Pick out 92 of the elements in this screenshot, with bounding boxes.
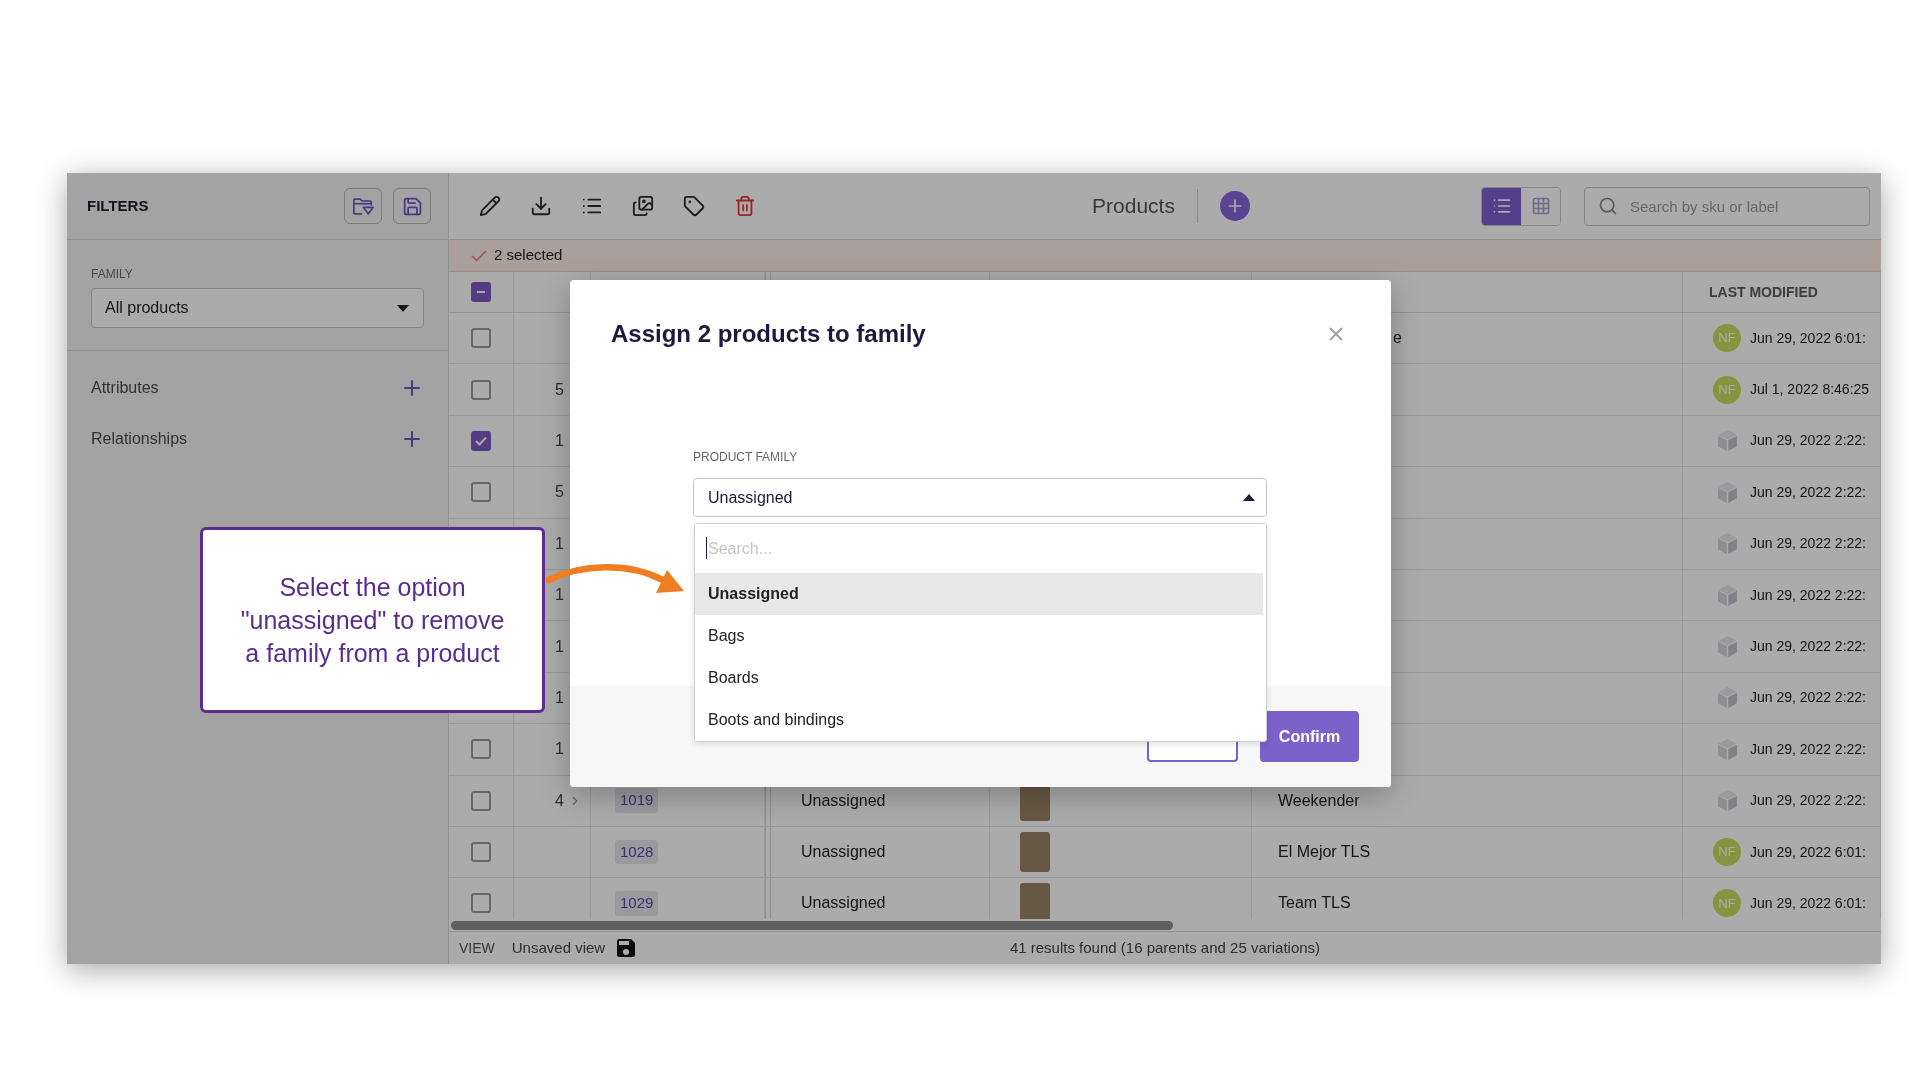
variation-count: 1 <box>555 533 564 554</box>
cube-icon <box>1717 481 1737 503</box>
family-select[interactable]: All products <box>91 288 424 328</box>
save-button[interactable] <box>393 188 431 224</box>
cube-icon <box>1717 584 1737 606</box>
family-text: Unassigned <box>801 893 886 914</box>
folder-filter-icon <box>352 196 374 216</box>
download-icon[interactable] <box>530 195 552 217</box>
save-icon[interactable] <box>617 939 636 957</box>
checkbox[interactable] <box>471 430 491 451</box>
user-avatar: NF <box>1713 889 1741 918</box>
modified-date: Jun 29, 2022 6:01: <box>1750 894 1866 913</box>
modified-date: Jul 1, 2022 8:46:25 <box>1750 380 1870 400</box>
modified-date: Jun 29, 2022 2:22: <box>1750 637 1866 657</box>
checkbox[interactable] <box>471 842 491 863</box>
filter-section-label: Attributes <box>91 377 159 398</box>
cube-icon <box>1717 636 1737 658</box>
check-icon <box>475 435 487 446</box>
modal-title: Assign 2 products to family <box>611 319 926 349</box>
variation-count: 5 <box>555 482 564 503</box>
cube-icon <box>1717 738 1737 760</box>
product-name: Weekender <box>1278 790 1360 811</box>
modified-date: Jun 29, 2022 2:22: <box>1750 431 1866 451</box>
check-icon <box>471 249 487 262</box>
checkbox[interactable] <box>471 893 491 914</box>
checkbox[interactable] <box>471 282 491 302</box>
view-label: VIEW <box>459 938 495 958</box>
cube-icon <box>1717 687 1737 709</box>
list-view-icon <box>1491 196 1512 216</box>
modified-date: Jun 29, 2022 2:22: <box>1750 585 1866 605</box>
variation-count: 4 <box>555 790 564 811</box>
modified-date: Jun 29, 2022 2:22: <box>1750 534 1866 554</box>
checkbox[interactable] <box>471 482 491 503</box>
save-icon <box>401 195 423 217</box>
checkbox[interactable] <box>471 739 491 760</box>
grid-view-icon <box>1530 196 1551 216</box>
user-avatar: NF <box>1713 375 1741 404</box>
dropdown-option[interactable]: Boots and bindings <box>695 699 1263 741</box>
images-icon[interactable] <box>632 195 654 217</box>
trash-icon[interactable] <box>734 195 756 217</box>
modified-date: Jun 29, 2022 6:01: <box>1750 328 1866 348</box>
variation-count: 1 <box>555 739 564 760</box>
text-cursor-icon <box>706 537 707 559</box>
dash-icon <box>477 291 485 293</box>
sidebar-title: FILTERS <box>87 195 149 216</box>
variation-count: 1 <box>555 430 564 451</box>
family-text: Unassigned <box>801 790 886 811</box>
add-button[interactable] <box>1219 191 1250 221</box>
cube-icon <box>1717 430 1737 452</box>
variation-count: 1 <box>555 687 564 708</box>
column-header[interactable]: LAST MODIFIED <box>1709 281 1818 303</box>
product-id[interactable]: 1029 <box>615 891 659 916</box>
selection-count: 2 selected <box>494 245 563 266</box>
variation-count: 1 <box>555 636 564 657</box>
view-toggle[interactable] <box>1482 187 1521 225</box>
user-avatar: NF <box>1713 838 1741 867</box>
product-name: e <box>1393 328 1402 349</box>
modified-date: Jun 29, 2022 6:01: <box>1750 842 1866 862</box>
callout-text: Select the option "unassigned" to remove a family from a product <box>239 571 506 669</box>
family-text: Unassigned <box>801 842 886 863</box>
confirm-button[interactable]: Confirm <box>1260 711 1359 762</box>
view-name: Unsaved view <box>511 937 606 958</box>
checkbox[interactable] <box>471 790 491 811</box>
modified-date: Jun 29, 2022 2:22: <box>1750 791 1866 811</box>
product-id[interactable]: 1019 <box>615 788 659 813</box>
search-field[interactable]: Search by sku or label <box>1584 186 1870 226</box>
scrollbar-thumb[interactable] <box>451 920 1173 930</box>
field-label: FAMILY <box>91 267 134 281</box>
modified-date: Jun 29, 2022 2:22: <box>1750 482 1866 502</box>
product-name: Team TLS <box>1278 893 1351 914</box>
page-title: Products <box>1092 193 1175 220</box>
folder-filter-button[interactable] <box>344 188 382 224</box>
user-avatar: NF <box>1713 324 1741 353</box>
results-count: 41 results found (16 parents and 25 variations) <box>1009 937 1321 958</box>
family-select[interactable]: Unassigned <box>693 478 1267 517</box>
search-icon <box>1598 196 1618 216</box>
cube-icon <box>1717 790 1737 812</box>
modified-date: Jun 29, 2022 2:22: <box>1750 688 1866 708</box>
product-id[interactable]: 1028 <box>615 839 659 865</box>
filter-section-label: Relationships <box>91 428 188 449</box>
product-name: El Mejor TLS <box>1278 842 1371 863</box>
variation-count: 1 <box>555 585 564 606</box>
dropdown-search-field[interactable]: Search... <box>695 524 1266 573</box>
checkbox[interactable] <box>471 328 491 349</box>
variation-count: 5 <box>555 379 564 400</box>
checkbox[interactable] <box>471 379 491 400</box>
field-label: PRODUCT FAMILY <box>693 450 799 464</box>
tag-icon[interactable] <box>683 195 705 217</box>
modified-date: Jun 29, 2022 2:22: <box>1750 739 1866 759</box>
dropdown-option[interactable]: Unassigned <box>695 573 1263 615</box>
pencil-icon[interactable] <box>479 195 501 217</box>
cube-icon <box>1717 533 1737 555</box>
